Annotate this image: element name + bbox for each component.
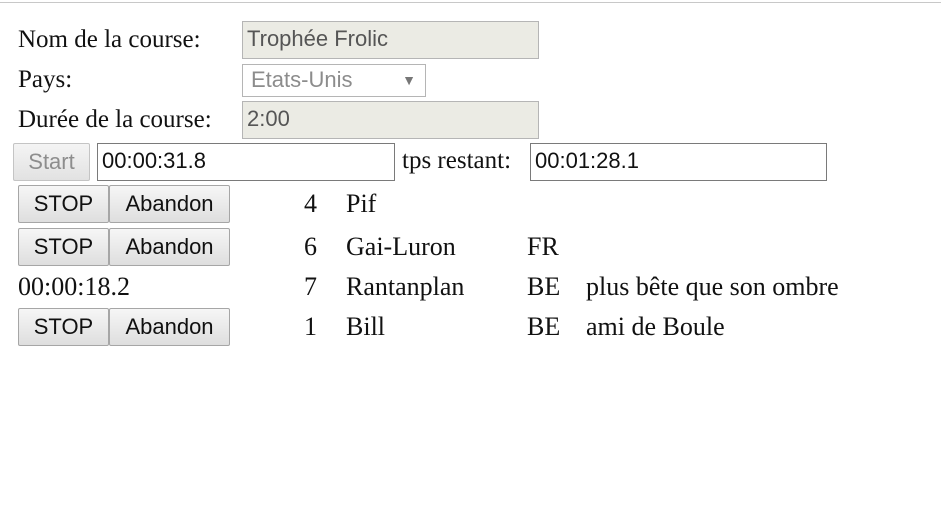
abandon-button[interactable]: Abandon <box>109 185 230 223</box>
country-select[interactable]: Etats-Unis ▼ <box>242 64 426 97</box>
runner-country: FR <box>527 232 559 261</box>
stop-button[interactable]: STOP <box>18 185 109 223</box>
elapsed-time-field[interactable]: 00:00:31.8 <box>97 143 395 181</box>
stop-button[interactable]: STOP <box>18 308 109 346</box>
runner-name: Bill <box>346 312 386 341</box>
runner-name: Pif <box>346 189 377 218</box>
runner-number: 4 <box>304 189 317 218</box>
runner-country: BE <box>527 272 561 301</box>
runner-note: plus bête que son ombre <box>586 272 839 301</box>
top-border <box>0 2 941 3</box>
runner-country: BE <box>527 312 561 341</box>
stop-button[interactable]: STOP <box>18 228 109 266</box>
abandon-button[interactable]: Abandon <box>109 308 230 346</box>
country-label: Pays: <box>18 66 73 93</box>
remaining-time-label: tps restant: <box>402 147 512 174</box>
runner-finish-time: 00:00:18.2 <box>18 272 130 301</box>
runner-note: ami de Boule <box>586 312 725 341</box>
remaining-time-field[interactable]: 00:01:28.1 <box>530 143 827 181</box>
runner-name: Rantanplan <box>346 272 465 301</box>
runner-number: 6 <box>304 232 317 261</box>
race-name-field[interactable]: Trophée Frolic <box>242 21 539 59</box>
duration-label: Durée de la course: <box>18 106 212 133</box>
runner-name: Gai-Luron <box>346 232 456 261</box>
race-name-label: Nom de la course: <box>18 26 201 53</box>
start-button[interactable]: Start <box>13 143 90 181</box>
abandon-button[interactable]: Abandon <box>109 228 230 266</box>
runner-number: 1 <box>304 312 317 341</box>
runner-number: 7 <box>304 272 317 301</box>
duration-field[interactable]: 2:00 <box>242 101 539 139</box>
chevron-down-icon: ▼ <box>402 72 416 88</box>
country-select-value: Etats-Unis <box>251 67 353 92</box>
